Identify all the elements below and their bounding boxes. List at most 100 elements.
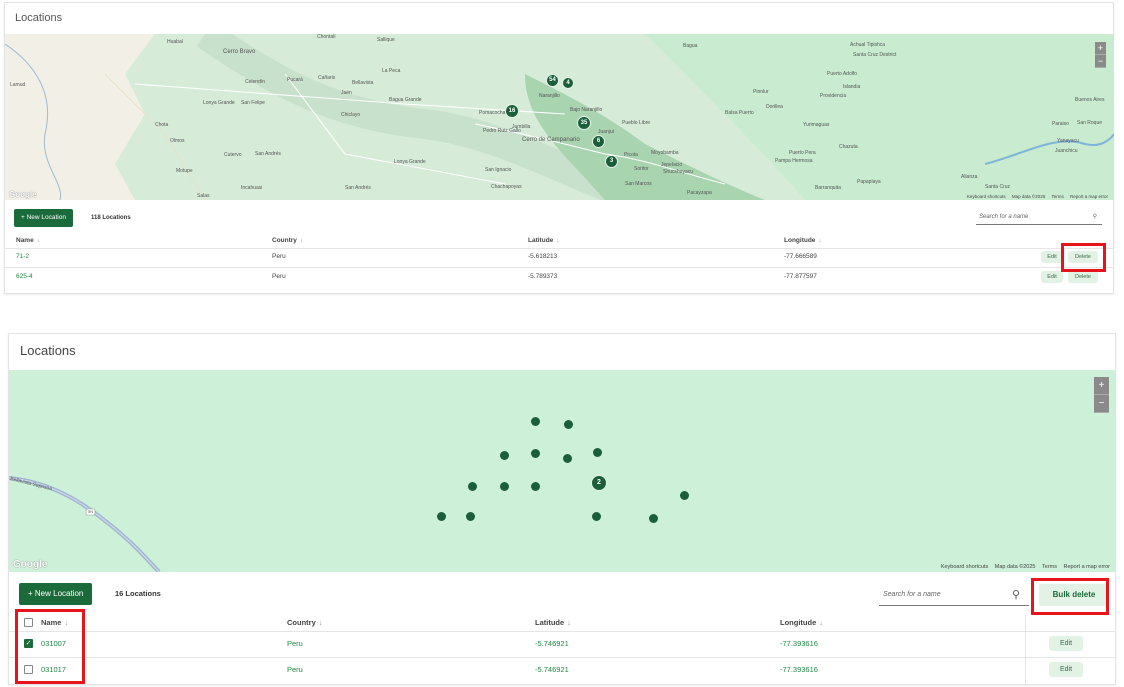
location-name-link[interactable]: 625-4	[16, 273, 33, 280]
country-cell: Peru	[272, 253, 286, 260]
column-header-latitude[interactable]: Latitude ↓	[528, 237, 560, 244]
map-place-label: Jumbilla	[512, 124, 531, 130]
column-header-country[interactable]: Country ↓	[272, 237, 303, 244]
highlight-box-bulk-delete	[1031, 578, 1109, 615]
map-place-label: Lonya Grande	[394, 159, 426, 165]
terms-link[interactable]: Terms	[1042, 564, 1057, 570]
edit-button[interactable]: Edit	[1049, 636, 1083, 651]
column-header-longitude[interactable]: Longitude ↓	[784, 237, 822, 244]
map-terrain	[5, 34, 1114, 200]
map-place-label: Sallique	[377, 37, 395, 43]
zoom-out-button[interactable]: −	[1095, 55, 1106, 68]
map-location-marker[interactable]	[437, 512, 446, 521]
report-error-link[interactable]: Report a map error	[1064, 564, 1110, 570]
search-input[interactable]: Search for a name ⚲	[976, 209, 1102, 225]
map-place-label: Chachapoyas	[491, 184, 522, 190]
map-place-label: Olmos	[170, 138, 185, 144]
map-location-marker[interactable]	[680, 491, 689, 500]
search-placeholder: Search for a name	[979, 214, 1029, 220]
row-divider	[9, 631, 1115, 632]
map-location-marker[interactable]	[531, 482, 540, 491]
sort-arrow-icon: ↓	[299, 237, 304, 244]
zoom-in-button[interactable]: +	[1094, 377, 1109, 395]
map-place-label: Shucshuyacu	[663, 169, 694, 175]
map-footer: Keyboard shortcuts Map data ©2025 Terms …	[936, 564, 1110, 570]
new-location-button[interactable]: + New Location	[19, 583, 93, 605]
terms-link[interactable]: Terms	[1051, 194, 1063, 199]
report-error-link[interactable]: Report a map error	[1070, 194, 1108, 199]
map-place-label: Providencia	[820, 93, 847, 99]
map-place-label: Bagua	[683, 43, 698, 49]
edit-button[interactable]: Edit	[1049, 662, 1083, 677]
map-cluster-marker[interactable]: 3	[605, 155, 618, 168]
map-place-label: Picota	[624, 152, 638, 158]
map-cluster-marker[interactable]: 6	[592, 135, 605, 148]
map-location-marker[interactable]	[468, 482, 477, 491]
map-cluster-marker[interactable]: 16	[505, 104, 519, 118]
map-cluster-marker[interactable]: 54	[546, 74, 559, 87]
map-place-label: Alianza	[961, 174, 978, 180]
delete-button[interactable]: Delete	[1068, 271, 1098, 283]
map-place-label: Jaén	[341, 90, 352, 96]
zoom-controls: + −	[1095, 42, 1106, 68]
zoom-out-button[interactable]: −	[1094, 395, 1109, 413]
map-place-label: Pomacocha	[479, 110, 506, 116]
new-location-button[interactable]: + New Location	[14, 209, 73, 227]
map-cluster-marker[interactable]: 35	[577, 116, 591, 130]
latitude-cell: -5.746921	[535, 639, 569, 648]
map-footer: Keyboard shortcuts Map data ©2025 Terms …	[962, 194, 1108, 199]
map-location-marker[interactable]	[531, 417, 540, 426]
highlight-box-checkboxes	[15, 609, 85, 684]
map-place-label: La Peca	[382, 68, 401, 74]
column-header-longitude[interactable]: Longitude ↓	[780, 618, 823, 627]
map-place-label: Paraiso	[1052, 121, 1069, 127]
highlight-box-delete	[1061, 243, 1106, 272]
edit-button[interactable]: Edit	[1041, 251, 1063, 263]
map-cluster-marker[interactable]: 2	[591, 475, 607, 491]
locations-map[interactable]: Huabal Cerro Bravo Chontalí Sallique Cel…	[5, 34, 1114, 200]
map-place-label: San Marcos	[625, 181, 652, 187]
map-cluster-marker[interactable]: 4	[562, 77, 574, 89]
map-place-label: Yurimaguas	[803, 122, 830, 128]
map-place-label: Chazuta	[839, 144, 858, 150]
map-place-label: Yanayacu	[1057, 138, 1079, 144]
column-header-country[interactable]: Country ↓	[287, 618, 323, 627]
locations-map[interactable]: Bellavista-Saposoa 5N 2 + − Google Keybo…	[9, 370, 1116, 572]
search-icon[interactable]: ⚲	[1093, 209, 1097, 225]
longitude-cell: -77.877597	[784, 273, 817, 280]
edit-button[interactable]: Edit	[1041, 271, 1063, 283]
column-header-name[interactable]: Name ↓	[16, 237, 40, 244]
map-place-label: Bagua Grande	[389, 97, 422, 103]
keyboard-shortcuts-link[interactable]: Keyboard shortcuts	[967, 194, 1006, 199]
location-name-link[interactable]: 71-2	[16, 253, 29, 260]
map-location-marker[interactable]	[563, 454, 572, 463]
zoom-in-button[interactable]: +	[1095, 42, 1106, 55]
map-place-label: Balsa Puerto	[725, 110, 754, 116]
row-divider	[5, 267, 1113, 268]
map-location-marker[interactable]	[592, 512, 601, 521]
latitude-cell: -5.618213	[528, 253, 558, 260]
map-location-marker[interactable]	[649, 514, 658, 523]
map-location-marker[interactable]	[531, 449, 540, 458]
search-input[interactable]: Search for a name	[879, 584, 1029, 606]
google-logo: Google	[13, 559, 48, 570]
location-count: 118 Locations	[91, 215, 131, 221]
longitude-cell: -77.666589	[784, 253, 817, 260]
search-placeholder: Search for a name	[883, 591, 941, 598]
map-place-label: Barranquita	[815, 185, 841, 191]
map-location-marker[interactable]	[466, 512, 475, 521]
map-terrain	[9, 476, 161, 572]
map-location-marker[interactable]	[500, 482, 509, 491]
map-place-label: Chiclayo	[341, 112, 361, 118]
map-location-marker[interactable]	[564, 420, 573, 429]
column-header-latitude[interactable]: Latitude ↓	[535, 618, 571, 627]
map-location-marker[interactable]	[593, 448, 602, 457]
country-cell: Peru	[272, 273, 286, 280]
map-place-label: Islandia	[843, 84, 861, 90]
map-place-label: Juanjui	[598, 129, 614, 135]
search-icon[interactable]: ⚲	[1012, 588, 1020, 601]
keyboard-shortcuts-link[interactable]: Keyboard shortcuts	[941, 564, 988, 570]
location-count: 16 Locations	[115, 589, 161, 598]
map-location-marker[interactable]	[500, 451, 509, 460]
map-place-label: Santa Cruz	[985, 184, 1011, 190]
